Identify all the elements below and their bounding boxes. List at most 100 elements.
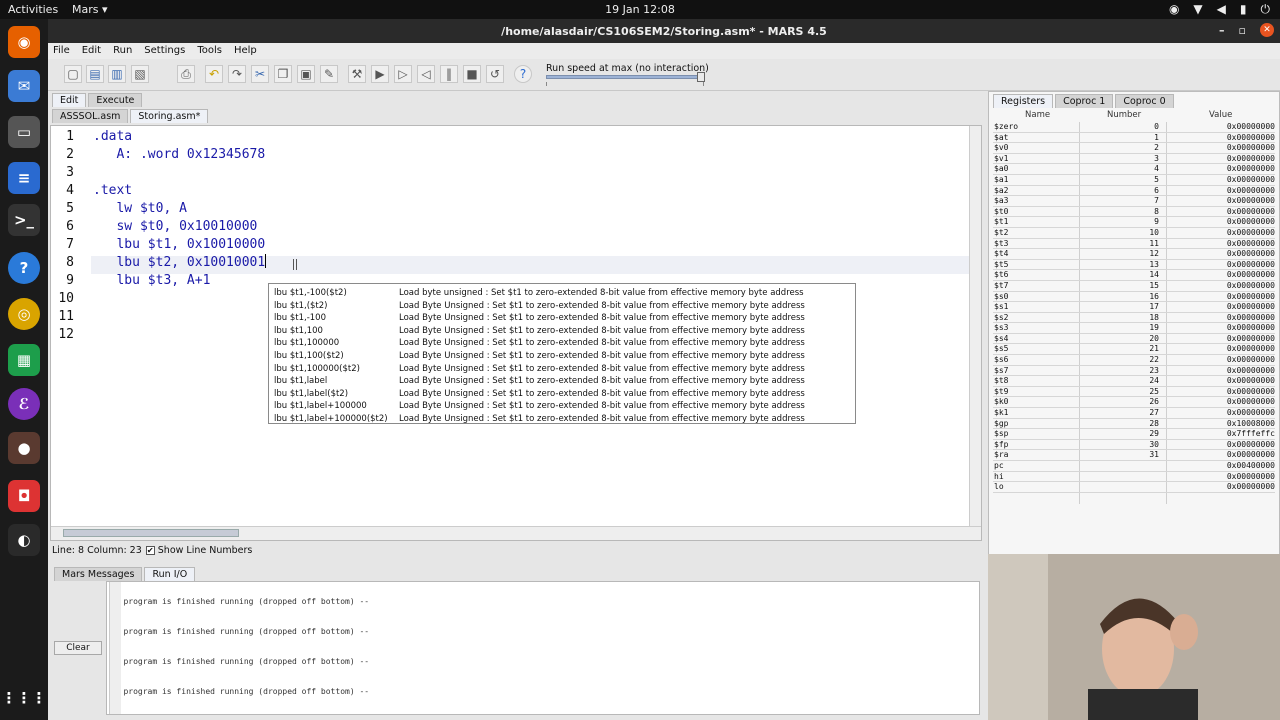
system-tray[interactable]: ◉ ▼ ◀ ▮ ⏻ [1169, 2, 1270, 17]
register-row[interactable]: $s3 19 0x00000000 [993, 323, 1275, 334]
register-row[interactable]: $a1 5 0x00000000 [993, 175, 1275, 186]
menu-edit[interactable]: Edit [82, 43, 101, 59]
obs-icon[interactable]: ◐ [8, 524, 40, 556]
col-number[interactable]: Number [1107, 110, 1141, 120]
firefox-icon[interactable]: ◉ [8, 26, 40, 58]
col-value[interactable]: Value [1209, 110, 1232, 120]
writer-icon[interactable]: ≡ [8, 162, 40, 194]
save-icon[interactable]: ▥ [108, 65, 126, 83]
new-file-icon[interactable]: ▢ [64, 65, 82, 83]
menu-run[interactable]: Run [113, 43, 132, 59]
register-row[interactable]: $t0 8 0x00000000 [993, 207, 1275, 218]
help-icon[interactable]: ? [8, 252, 40, 284]
tab-mars-messages[interactable]: Mars Messages [54, 567, 143, 581]
code-line[interactable]: sw $t0, 0x10010000 [91, 218, 257, 236]
register-row[interactable]: $t7 15 0x00000000 [993, 281, 1275, 292]
minimize-icon[interactable]: – [1219, 24, 1225, 37]
help-icon[interactable]: ? [514, 65, 532, 83]
open-file-icon[interactable]: ▤ [86, 65, 104, 83]
editor-vertical-scrollbar[interactable] [969, 126, 981, 540]
rhythmbox-icon[interactable]: ◎ [8, 298, 40, 330]
tab-coproc0[interactable]: Coproc 0 [1115, 94, 1174, 108]
register-row[interactable]: $s2 18 0x00000000 [993, 313, 1275, 324]
register-row[interactable]: $v0 2 0x00000000 [993, 143, 1275, 154]
clear-button[interactable]: Clear [54, 641, 102, 655]
files-icon[interactable]: ▭ [8, 116, 40, 148]
register-row[interactable]: $s5 21 0x00000000 [993, 344, 1275, 356]
register-row[interactable]: $s7 23 0x00000000 [993, 366, 1275, 377]
reset-icon[interactable]: ↺ [486, 65, 504, 83]
run-speed-slider[interactable] [546, 72, 705, 82]
menu-file[interactable]: File [53, 43, 70, 59]
code-line[interactable] [91, 290, 93, 308]
clock[interactable]: 19 Jan 12:08 [0, 3, 1280, 16]
col-name[interactable]: Name [1025, 110, 1050, 120]
battery-icon[interactable]: ▮ [1240, 2, 1247, 17]
network-icon[interactable]: ◉ [1169, 2, 1179, 17]
register-row[interactable]: $s1 17 0x00000000 [993, 302, 1275, 313]
output-vertical-scrollbar[interactable] [109, 582, 121, 714]
app-menu-button[interactable]: Mars ▾ [72, 3, 108, 16]
stop-icon[interactable]: ■ [463, 65, 481, 83]
code-line[interactable]: lbu $t3, A+1 [91, 272, 210, 290]
autocomplete-item[interactable]: lbu $t1,100 Load Byte Unsigned : Set $t1 … [269, 325, 855, 338]
register-row[interactable]: $a3 7 0x00000000 [993, 196, 1275, 207]
power-icon[interactable]: ⏻ [1261, 2, 1271, 17]
tab-execute[interactable]: Execute [88, 93, 143, 107]
code-line-current[interactable]: lbu $t2, 0x10010001 [91, 254, 267, 272]
editor-horizontal-scroll-thumb[interactable] [63, 529, 239, 537]
volume-icon[interactable]: ◀ [1217, 2, 1226, 17]
tab-file-asssol[interactable]: ASSSOL.asm [52, 109, 129, 123]
tab-coproc1[interactable]: Coproc 1 [1055, 94, 1114, 108]
tab-file-storing[interactable]: Storing.asm* [130, 109, 209, 123]
emacs-icon[interactable]: ℰ [8, 388, 40, 420]
terminal-icon[interactable]: >_ [8, 204, 40, 236]
run-speed-slider-knob[interactable] [697, 72, 705, 82]
close-icon[interactable]: ✕ [1260, 23, 1274, 37]
register-row[interactable]: $gp 28 0x10008000 [993, 419, 1275, 430]
step-icon[interactable]: ▷ [394, 65, 412, 83]
backstep-icon[interactable]: ◁ [417, 65, 435, 83]
show-apps-icon[interactable]: ⋮⋮⋮ [2, 682, 47, 714]
copy-icon[interactable]: ❐ [274, 65, 292, 83]
code-line-text[interactable]: lbu $t2, 0x10010001 [93, 255, 265, 270]
code-line[interactable] [91, 164, 93, 182]
autocomplete-item[interactable]: lbu $t1,100000($t2) Load Byte Unsigned : … [269, 363, 855, 376]
paste-icon[interactable]: ▣ [297, 65, 315, 83]
register-row[interactable]: $t1 9 0x00000000 [993, 217, 1275, 228]
run-io-output[interactable]: -- program is finished running (dropped … [106, 581, 980, 715]
autocomplete-item[interactable]: lbu $t1,label+100000 Load Byte Unsigned :… [269, 400, 855, 413]
register-row[interactable]: $s4 20 0x00000000 [993, 334, 1275, 345]
mail-icon[interactable]: ✉ [8, 70, 40, 102]
menu-tools[interactable]: Tools [197, 43, 222, 59]
undo-icon[interactable]: ↶ [205, 65, 223, 83]
autocomplete-item[interactable]: lbu $t1,-100($t2) Load byte unsigned : Se… [269, 287, 855, 300]
register-row[interactable]: pc 0x00400000 [993, 461, 1275, 472]
run-icon[interactable]: ▶ [371, 65, 389, 83]
calc-icon[interactable]: ▦ [8, 344, 40, 376]
register-row[interactable]: $t6 14 0x00000000 [993, 270, 1275, 281]
register-row[interactable]: $fp 30 0x00000000 [993, 440, 1275, 451]
register-row[interactable]: $k1 27 0x00000000 [993, 408, 1275, 419]
code-line[interactable]: .data [91, 128, 132, 146]
code-line[interactable]: .text [91, 182, 132, 200]
editor-horizontal-scrollbar[interactable] [51, 526, 981, 540]
register-row[interactable]: $s6 22 0x00000000 [993, 355, 1275, 366]
register-row[interactable]: $t2 10 0x00000000 [993, 228, 1275, 239]
tab-registers[interactable]: Registers [993, 94, 1054, 108]
show-line-numbers-label[interactable]: Show Line Numbers [158, 545, 253, 556]
code-line[interactable]: lbu $t1, 0x10010000 [91, 236, 265, 254]
code-line[interactable]: A: .word 0x12345678 [91, 146, 265, 164]
autocomplete-item[interactable]: lbu $t1,100($t2) Load Byte Unsigned : Set… [269, 350, 855, 363]
tab-run-io[interactable]: Run I/O [144, 567, 196, 581]
register-row[interactable]: $zero 0 0x00000000 [993, 122, 1275, 133]
autocomplete-item[interactable]: lbu $t1,label Load Byte Unsigned : Set $t… [269, 375, 855, 388]
register-row[interactable]: $at 1 0x00000000 [993, 133, 1275, 144]
autocomplete-item[interactable]: lbu $t1,($t2) Load Byte Unsigned : Set $t… [269, 300, 855, 313]
find-replace-icon[interactable]: ✎ [320, 65, 338, 83]
register-row[interactable]: $t4 12 0x00000000 [993, 249, 1275, 260]
print-icon[interactable]: ⎙ [177, 65, 195, 83]
save-as-icon[interactable]: ▧ [131, 65, 149, 83]
autocomplete-item[interactable]: lbu $t1,-100 Load Byte Unsigned : Set $t1… [269, 312, 855, 325]
menu-help[interactable]: Help [234, 43, 257, 59]
